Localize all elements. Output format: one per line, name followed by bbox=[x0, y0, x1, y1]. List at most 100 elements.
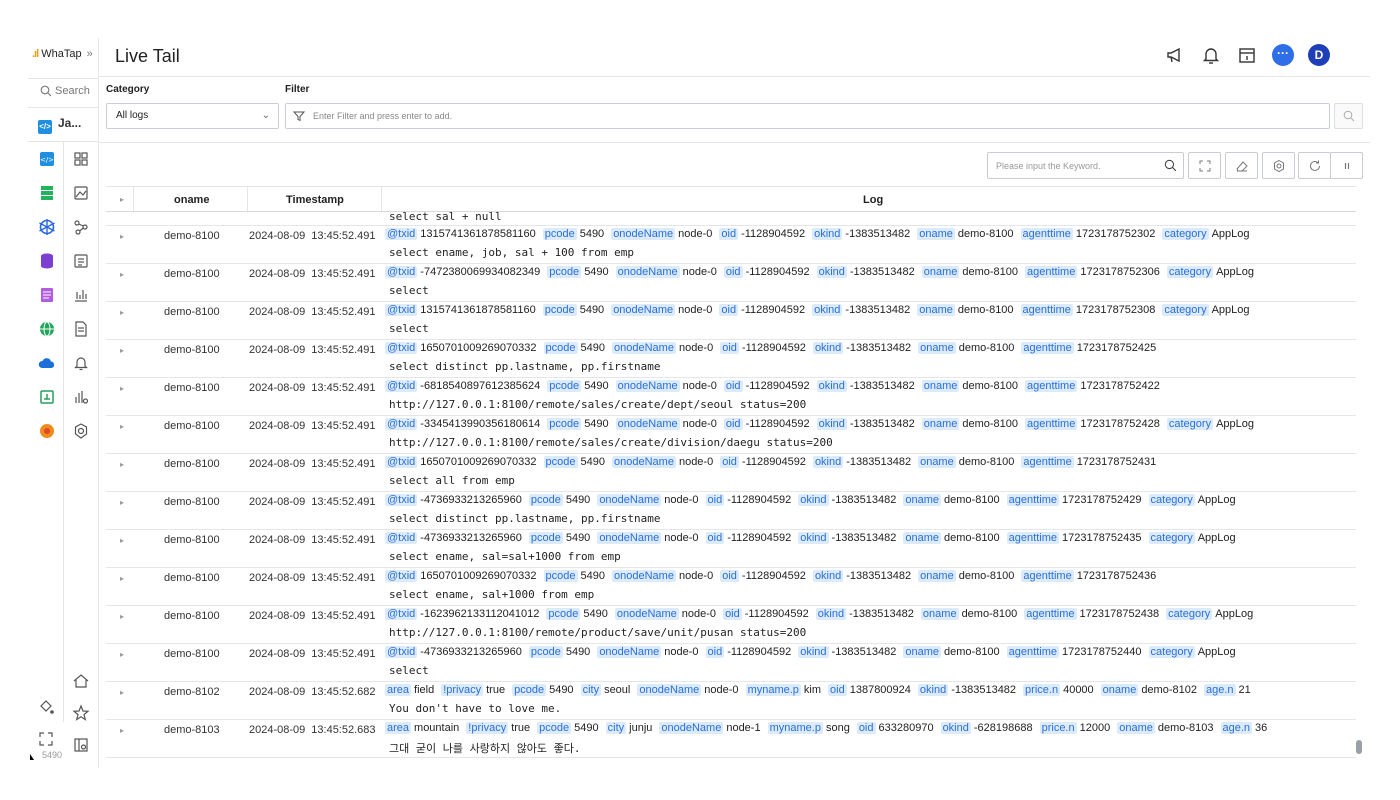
field-key[interactable]: okind bbox=[940, 722, 971, 734]
field-key[interactable]: area bbox=[385, 684, 412, 696]
field-key[interactable]: agenttime bbox=[1021, 570, 1074, 582]
field-key[interactable]: category bbox=[1148, 494, 1195, 506]
field-key[interactable]: @txid bbox=[385, 494, 418, 506]
table-row[interactable]: ▸ demo-8102 2024-08-09 13:45:52.682 area fiel… bbox=[106, 682, 1356, 720]
field-key[interactable]: okind bbox=[812, 570, 844, 582]
filter-search-button[interactable] bbox=[1334, 103, 1363, 129]
field-key[interactable]: okind bbox=[816, 380, 847, 392]
bar-chart-icon[interactable] bbox=[72, 286, 90, 304]
field-key[interactable]: agenttime bbox=[1020, 304, 1073, 316]
row-expand-icon[interactable]: ▸ bbox=[120, 422, 124, 431]
field-key[interactable]: onodeName bbox=[615, 418, 680, 430]
home-icon[interactable] bbox=[72, 672, 90, 690]
field-key[interactable]: pcode bbox=[512, 684, 547, 696]
field-key[interactable]: oname bbox=[903, 532, 942, 544]
table-row[interactable]: ▸ demo-8100 2024-08-09 13:45:52.491 @txid -47… bbox=[106, 530, 1356, 568]
field-key[interactable]: oid bbox=[705, 646, 725, 658]
field-key[interactable]: okind bbox=[917, 684, 949, 696]
field-key[interactable]: @txid bbox=[385, 418, 418, 430]
table-row[interactable]: ▸ demo-8100 2024-08-09 13:45:52.491 @txid -47… bbox=[106, 492, 1356, 530]
field-key[interactable]: oname bbox=[918, 570, 956, 582]
field-key[interactable]: !privacy bbox=[441, 684, 484, 696]
row-expand-icon[interactable]: ▸ bbox=[120, 346, 124, 355]
field-key[interactable]: oname bbox=[917, 228, 955, 240]
field-key[interactable]: @txid bbox=[385, 342, 418, 354]
table-row[interactable]: ▸ demo-8100 2024-08-09 13:45:52.491 @txid 165… bbox=[106, 568, 1356, 606]
field-key[interactable]: oname bbox=[920, 608, 959, 620]
field-key[interactable]: oname bbox=[921, 266, 960, 278]
row-expand-icon[interactable]: ▸ bbox=[120, 726, 124, 735]
field-key[interactable]: pcode bbox=[542, 228, 577, 240]
field-key[interactable]: oid bbox=[719, 228, 739, 240]
field-key[interactable]: onodeName bbox=[615, 266, 680, 278]
row-expand-icon[interactable]: ▸ bbox=[120, 384, 124, 393]
user-avatar[interactable]: D bbox=[1308, 44, 1330, 66]
column-header-log[interactable]: Log bbox=[863, 194, 883, 206]
server-icon[interactable] bbox=[38, 184, 56, 202]
field-key[interactable]: oname bbox=[921, 418, 960, 430]
report-list-icon[interactable] bbox=[72, 252, 90, 270]
expand-view-button[interactable] bbox=[1188, 152, 1221, 179]
field-key[interactable]: agenttime bbox=[1021, 456, 1074, 468]
refresh-button[interactable] bbox=[1298, 152, 1331, 179]
pause-button[interactable] bbox=[1330, 152, 1363, 179]
network-globe-icon[interactable] bbox=[38, 320, 56, 338]
field-key[interactable]: price.n bbox=[1039, 722, 1077, 734]
row-expand-icon[interactable]: ▸ bbox=[120, 498, 124, 507]
calendar-icon[interactable] bbox=[1236, 44, 1258, 66]
notification-bell-icon[interactable] bbox=[1200, 44, 1222, 66]
table-row[interactable]: ▸ demo-8103 2024-08-09 13:45:52.683 area moun… bbox=[106, 720, 1356, 758]
cloud-icon[interactable] bbox=[38, 354, 56, 372]
dashboard-board-icon[interactable] bbox=[38, 388, 56, 406]
field-key[interactable]: okind bbox=[812, 456, 844, 468]
field-key[interactable]: onodeName bbox=[615, 380, 680, 392]
field-key[interactable]: pcode bbox=[547, 418, 582, 430]
page-layout-icon[interactable] bbox=[72, 736, 90, 754]
field-key[interactable]: oid bbox=[705, 494, 725, 506]
row-expand-icon[interactable]: ▸ bbox=[120, 460, 124, 469]
field-key[interactable]: category bbox=[1148, 646, 1195, 658]
field-key[interactable]: oid bbox=[720, 342, 739, 354]
field-key[interactable]: agenttime bbox=[1021, 342, 1074, 354]
field-key[interactable]: oname bbox=[918, 342, 956, 354]
field-key[interactable]: onodeName bbox=[611, 228, 676, 240]
table-row[interactable]: ▸ demo-8100 2024-08-09 13:45:52.491 @txid 165… bbox=[106, 340, 1356, 378]
field-key[interactable]: @txid bbox=[385, 228, 418, 240]
field-key[interactable]: okind bbox=[815, 608, 847, 620]
bell-alert-icon[interactable] bbox=[72, 354, 90, 372]
field-key[interactable]: onodeName bbox=[611, 304, 676, 316]
clear-button[interactable] bbox=[1225, 152, 1258, 179]
row-expand-icon[interactable]: ▸ bbox=[120, 688, 124, 697]
field-key[interactable]: agenttime bbox=[1006, 646, 1059, 658]
field-key[interactable]: pcode bbox=[537, 722, 572, 734]
row-expand-icon[interactable]: ▸ bbox=[120, 232, 124, 241]
field-key[interactable]: oid bbox=[719, 304, 739, 316]
field-key[interactable]: agenttime bbox=[1025, 380, 1078, 392]
settings-gear-icon[interactable] bbox=[72, 422, 90, 440]
table-scrollbar[interactable] bbox=[1356, 740, 1362, 754]
field-key[interactable]: onodeName bbox=[612, 570, 676, 582]
column-header-oname[interactable]: oname bbox=[174, 194, 209, 206]
row-expand-icon[interactable]: ▸ bbox=[120, 650, 124, 659]
field-key[interactable]: @txid bbox=[385, 570, 418, 582]
project-selector[interactable]: </> Ja... bbox=[28, 108, 99, 142]
image-chart-icon[interactable] bbox=[72, 184, 90, 202]
field-key[interactable]: oid bbox=[720, 456, 739, 468]
field-key[interactable]: okind bbox=[816, 418, 847, 430]
field-key[interactable]: oname bbox=[903, 646, 942, 658]
document-icon[interactable] bbox=[72, 320, 90, 338]
field-key[interactable]: onodeName bbox=[612, 342, 676, 354]
chat-icon[interactable]: ··· bbox=[1272, 44, 1294, 66]
browser-icon[interactable] bbox=[38, 286, 56, 304]
megaphone-icon[interactable] bbox=[1164, 44, 1186, 66]
field-key[interactable]: pcode bbox=[542, 304, 577, 316]
field-key[interactable]: oname bbox=[903, 494, 942, 506]
field-key[interactable]: oname bbox=[1117, 722, 1155, 734]
field-key[interactable]: okind bbox=[812, 304, 843, 316]
field-key[interactable]: oid bbox=[828, 684, 847, 696]
field-key[interactable]: okind bbox=[816, 266, 847, 278]
field-key[interactable]: !privacy bbox=[466, 722, 509, 734]
integration-icon[interactable] bbox=[38, 422, 56, 440]
field-key[interactable]: category bbox=[1162, 304, 1209, 316]
field-key[interactable]: pcode bbox=[528, 532, 563, 544]
